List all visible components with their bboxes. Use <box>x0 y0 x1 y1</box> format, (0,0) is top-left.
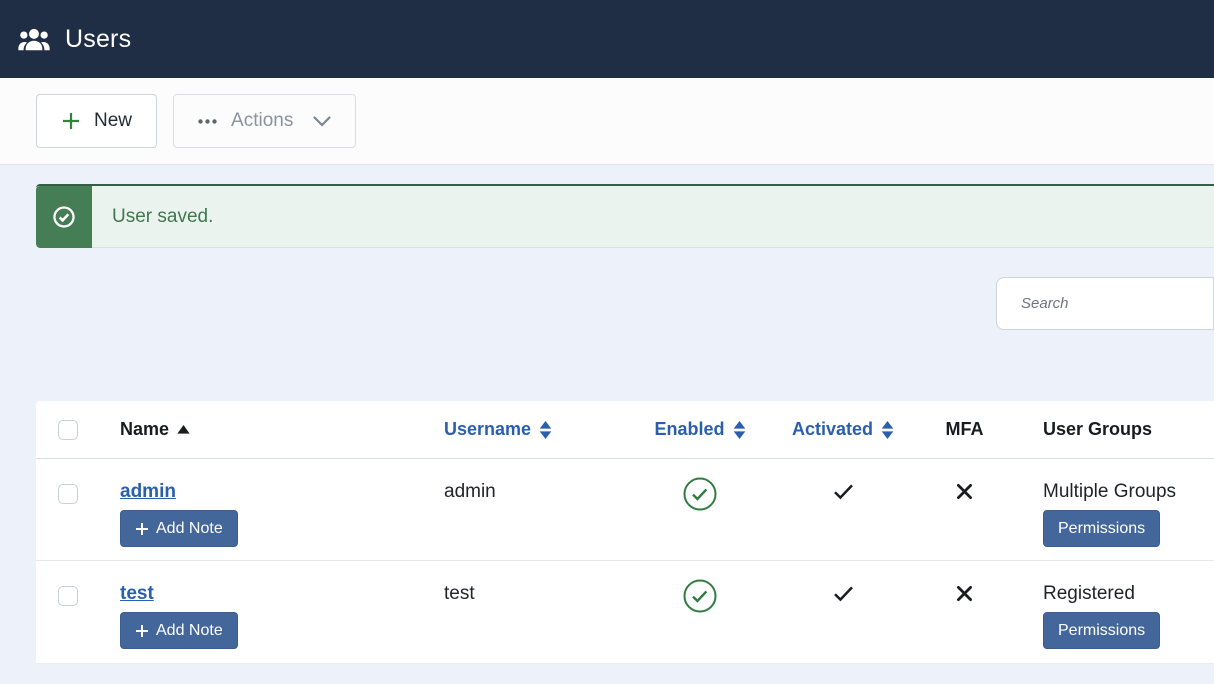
success-alert: User saved. <box>36 184 1214 248</box>
enabled-cell[interactable] <box>600 561 800 663</box>
sort-icon <box>733 421 746 439</box>
select-all-checkbox[interactable] <box>58 420 78 440</box>
column-header-enabled[interactable]: Enabled <box>600 401 800 458</box>
column-header-mfa: MFA <box>886 401 1043 458</box>
add-note-button[interactable]: Add Note <box>120 510 238 547</box>
plus-icon <box>61 111 81 131</box>
activated-cell <box>800 561 886 663</box>
mfa-cell <box>886 561 1043 663</box>
add-note-button[interactable]: Add Note <box>120 612 238 649</box>
users-icon <box>18 26 50 52</box>
plus-icon <box>135 522 149 536</box>
mfa-cell <box>886 459 1043 560</box>
check-icon <box>833 585 854 602</box>
users-table: Name Username Enabled Activated <box>36 401 1214 664</box>
username-cell: admin <box>444 459 600 560</box>
column-header-activated[interactable]: Activated <box>800 401 886 458</box>
user-groups-cell: Multiple Groups Permissions <box>1043 459 1214 560</box>
actions-button[interactable]: Actions <box>173 94 356 148</box>
column-header-username[interactable]: Username <box>444 401 600 458</box>
row-checkbox-cell <box>36 459 120 560</box>
column-header-user-groups: User Groups <box>1043 401 1214 458</box>
table-header-row: Name Username Enabled Activated <box>36 401 1214 459</box>
plus-icon <box>135 624 149 638</box>
check-circle-icon <box>36 186 92 248</box>
user-edit-link[interactable]: admin <box>120 481 176 503</box>
page-title: Users <box>65 25 131 54</box>
new-button[interactable]: New <box>36 94 157 148</box>
app-header: Users <box>0 0 1214 78</box>
username-cell: test <box>444 561 600 663</box>
name-cell: test Add Note <box>120 561 444 663</box>
permissions-button[interactable]: Permissions <box>1043 510 1160 547</box>
group-name: Registered <box>1043 583 1135 604</box>
permissions-button[interactable]: Permissions <box>1043 612 1160 649</box>
row-checkbox[interactable] <box>58 586 78 606</box>
chevron-down-icon <box>313 116 331 127</box>
activated-cell <box>800 459 886 560</box>
ellipsis-icon <box>198 119 217 124</box>
name-cell: admin Add Note <box>120 459 444 560</box>
search-input[interactable] <box>996 277 1214 330</box>
filter-bar <box>0 248 1214 401</box>
user-groups-cell: Registered Permissions <box>1043 561 1214 663</box>
header-checkbox-cell <box>36 401 120 458</box>
column-header-name[interactable]: Name <box>120 401 444 458</box>
x-icon <box>956 585 973 602</box>
table-row: admin Add Note admin <box>36 459 1214 561</box>
check-icon <box>833 483 854 500</box>
row-checkbox-cell <box>36 561 120 663</box>
sort-asc-icon <box>177 425 190 434</box>
table-row: test Add Note test <box>36 561 1214 664</box>
group-name: Multiple Groups <box>1043 481 1176 502</box>
sort-icon <box>539 421 552 439</box>
toolbar: New Actions <box>0 78 1214 165</box>
row-checkbox[interactable] <box>58 484 78 504</box>
enabled-check-circle-icon <box>682 578 718 614</box>
alert-message: User saved. <box>92 186 1214 248</box>
enabled-check-circle-icon <box>682 476 718 512</box>
actions-button-label: Actions <box>231 110 293 132</box>
user-edit-link[interactable]: test <box>120 583 154 605</box>
x-icon <box>956 483 973 500</box>
enabled-cell[interactable] <box>600 459 800 560</box>
new-button-label: New <box>94 110 132 132</box>
